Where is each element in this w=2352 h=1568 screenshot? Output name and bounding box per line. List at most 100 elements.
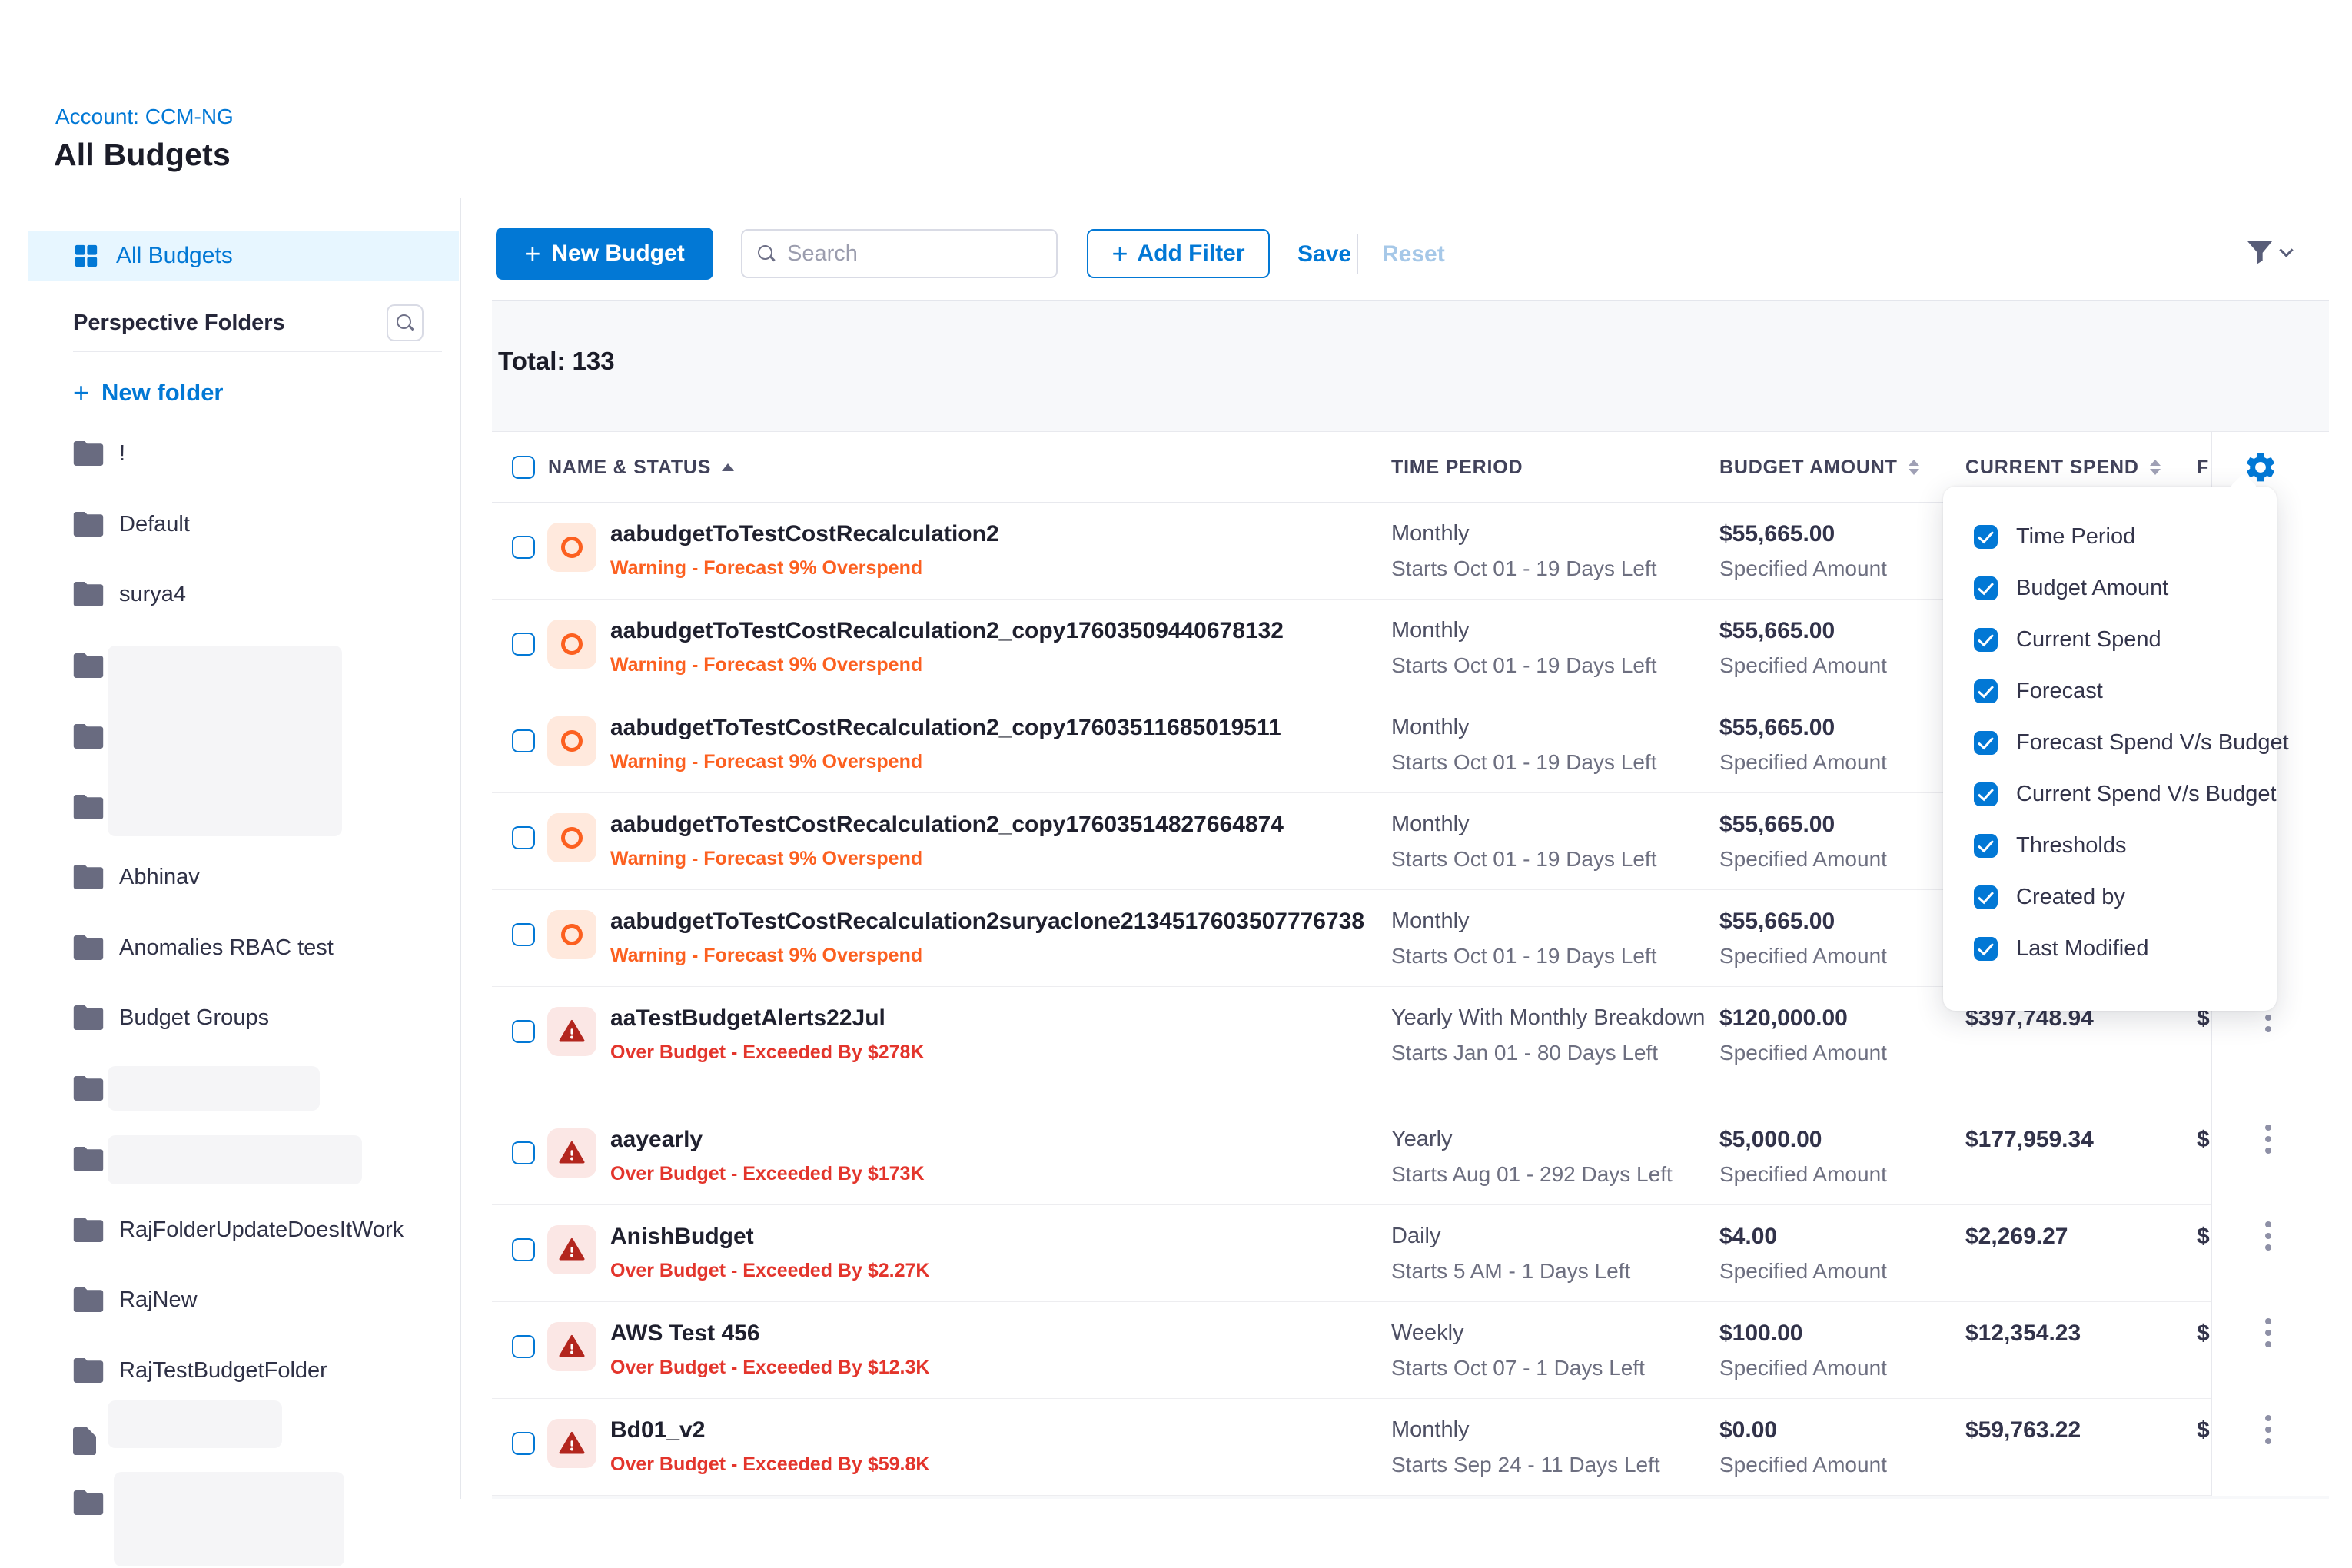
folder-item[interactable]: surya4 [46,569,461,620]
folder-label: Budget Groups [119,1005,269,1031]
warning-status-icon [547,620,596,669]
folder-icon [73,865,104,889]
folder-item[interactable]: ! [46,428,461,479]
table-row[interactable]: aayearlyOver Budget - Exceeded By $173K … [492,1108,2329,1205]
folder-item[interactable]: Abhinav [46,852,461,902]
all-budgets-page: Account: CCM-NG All Budgets All Budgets … [0,0,2352,1568]
col-header-budget-amount[interactable]: BUDGET AMOUNT [1719,432,1919,503]
chevron-down-icon [2279,243,2293,257]
row-menu-kebab[interactable] [2265,1427,2271,1433]
search-icon [758,245,775,262]
folder-item[interactable]: Default [46,499,461,550]
save-button[interactable]: Save [1297,241,1351,267]
row-checkbox[interactable] [512,1335,535,1358]
row-checkbox[interactable] [512,1238,535,1261]
redacted-label-block [108,1066,320,1111]
total-count: Total: 133 [498,347,615,376]
file-icon [73,1427,96,1455]
checked-checkbox[interactable] [1974,679,1998,703]
over-budget-status-icon [547,1007,596,1056]
filter-menu-button[interactable] [2243,234,2291,271]
over-budget-status-icon [547,1225,596,1274]
column-chooser-menu: Time Period Budget Amount Current Spend … [1943,487,2277,1011]
folder-icon [73,1218,104,1242]
folder-label: Anomalies RBAC test [119,935,334,961]
sidebar: All Budgets Perspective Folders + New fo… [0,198,461,1499]
menu-item-current-spend[interactable]: Current Spend [1974,624,2161,655]
new-folder-label: New folder [101,379,223,407]
row-menu-kebab[interactable] [2265,1015,2271,1021]
folder-search-button[interactable] [387,304,424,341]
row-checkbox[interactable] [512,1432,535,1455]
folder-icon [73,935,104,960]
over-budget-status-icon [547,1322,596,1371]
checked-checkbox[interactable] [1974,628,1998,652]
folder-icon [73,1147,104,1171]
folder-label: Abhinav [119,865,200,890]
menu-item-time-period[interactable]: Time Period [1974,521,2135,552]
checked-checkbox[interactable] [1974,525,1998,549]
row-checkbox[interactable] [512,1020,535,1043]
table-row[interactable]: Bd01_v2Over Budget - Exceeded By $59.8K … [492,1399,2329,1496]
table-row[interactable]: AnishBudgetOver Budget - Exceeded By $2.… [492,1205,2329,1302]
row-menu-kebab[interactable] [2265,1330,2271,1336]
col-header-name-status[interactable]: NAME & STATUS [548,432,734,503]
sidebar-divider [73,351,442,352]
row-menu-kebab[interactable] [2265,1136,2271,1142]
plus-icon: + [524,240,540,267]
folder-icon [73,582,104,606]
menu-item-forecast-vs-budget[interactable]: Forecast Spend V/s Budget [1974,727,2289,758]
warning-status-icon [547,910,596,959]
warning-status-icon [547,523,596,572]
col-header-time-period: TIME PERIOD [1391,432,1523,503]
new-folder-button[interactable]: + New folder [73,377,224,409]
table-row[interactable]: AWS Test 456Over Budget - Exceeded By $1… [492,1302,2329,1399]
search-input[interactable] [787,241,1018,267]
folder-label: surya4 [119,582,186,607]
row-checkbox[interactable] [512,923,535,946]
over-budget-status-icon [547,1128,596,1178]
row-checkbox[interactable] [512,729,535,752]
menu-item-forecast[interactable]: Forecast [1974,676,2103,706]
folder-item[interactable]: RajNew [46,1274,461,1325]
row-checkbox[interactable] [512,633,535,656]
sidebar-item-all-budgets[interactable]: All Budgets [28,231,459,281]
checked-checkbox[interactable] [1974,576,1998,600]
folder-item[interactable]: Budget Groups [46,992,461,1043]
add-filter-button[interactable]: + Add Filter [1087,229,1270,278]
checked-checkbox[interactable] [1974,731,1998,755]
perspective-folders-heading: Perspective Folders [73,311,285,336]
menu-item-budget-amount[interactable]: Budget Amount [1974,573,2168,603]
row-checkbox[interactable] [512,536,535,559]
select-all-checkbox[interactable] [512,456,535,479]
checked-checkbox[interactable] [1974,937,1998,961]
reset-button[interactable]: Reset [1382,241,1445,267]
folder-icon [73,1076,104,1101]
row-checkbox[interactable] [512,826,535,849]
checked-checkbox[interactable] [1974,782,1998,806]
menu-item-last-modified[interactable]: Last Modified [1974,933,2149,964]
menu-item-thresholds[interactable]: Thresholds [1974,830,2126,861]
folder-item[interactable]: RajTestBudgetFolder [46,1345,461,1396]
row-checkbox[interactable] [512,1141,535,1164]
checked-checkbox[interactable] [1974,834,1998,858]
new-budget-button[interactable]: + New Budget [496,228,713,280]
plus-icon: + [1111,240,1128,267]
menu-item-created-by[interactable]: Created by [1974,882,2125,912]
folder-label: Default [119,512,190,537]
folder-item[interactable]: Anomalies RBAC test [46,922,461,973]
checked-checkbox[interactable] [1974,885,1998,909]
folder-icon [73,512,104,537]
folder-icon [73,441,104,466]
menu-item-current-vs-budget[interactable]: Current Spend V/s Budget [1974,779,2277,809]
sidebar-item-label: All Budgets [116,243,233,269]
folder-icon [73,1005,104,1030]
folder-icon [73,795,104,819]
folder-item[interactable]: RajFolderUpdateDoesItWork [46,1204,461,1255]
breadcrumb-account-link[interactable]: Account: CCM-NG [55,105,234,129]
folder-label: ! [119,441,125,467]
sort-icon [2150,460,2161,475]
folder-icon [73,1358,104,1383]
row-menu-kebab[interactable] [2265,1233,2271,1239]
over-budget-status-icon [547,1419,596,1468]
